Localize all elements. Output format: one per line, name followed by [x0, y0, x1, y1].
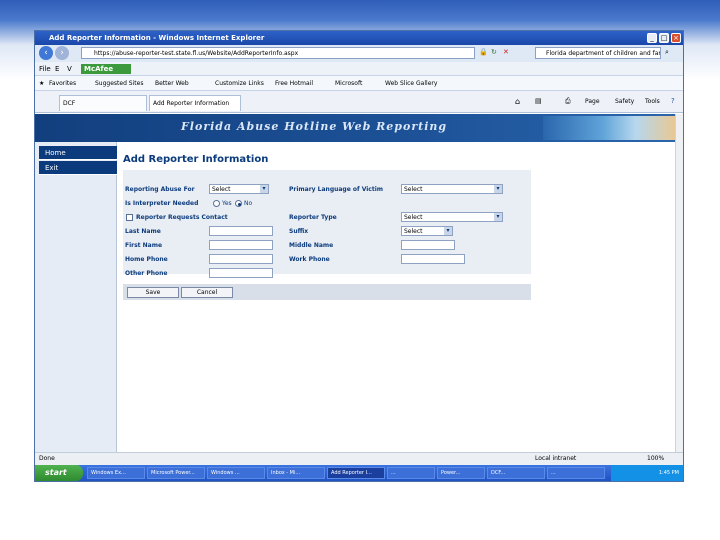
middle-name-input[interactable] — [401, 240, 455, 250]
work-phone-input[interactable] — [401, 254, 465, 264]
taskbar-item[interactable]: ... — [387, 467, 435, 479]
page-menu[interactable]: Page — [585, 98, 600, 105]
cancel-button[interactable]: Cancel — [181, 287, 233, 298]
last-name-input[interactable] — [209, 226, 273, 236]
customize-links-link[interactable]: Customize Links — [215, 76, 264, 90]
home-phone-label: Home Phone — [125, 256, 168, 263]
microsoft-link[interactable]: Microsoft — [335, 76, 362, 90]
zone-text: Local intranet — [535, 455, 577, 462]
taskbar: start Windows Ex... Microsoft Power... W… — [35, 465, 683, 481]
forward-icon[interactable]: › — [55, 46, 69, 60]
banner-photo — [543, 116, 675, 140]
refresh-icon[interactable]: ↻ — [491, 48, 497, 56]
form-button-bar: Save Cancel — [123, 284, 531, 300]
sidebar: Home Exit — [35, 142, 117, 452]
menu-file[interactable]: File — [39, 62, 51, 76]
sidebar-item-home[interactable]: Home — [39, 146, 117, 160]
menu-view[interactable]: V — [67, 62, 72, 76]
taskbar-item[interactable]: Microsoft Power... — [147, 467, 205, 479]
status-bar: Done Local intranet 100% — [35, 452, 683, 465]
taskbar-item-active[interactable]: Add Reporter I... — [327, 467, 385, 479]
tabs-row: DCF Add Reporter Information ⌂ ▤ ⎙ Page … — [35, 91, 683, 113]
banner-title: Florida Abuse Hotline Web Reporting — [181, 120, 448, 133]
menu-bar: File E V McAfee — [35, 62, 683, 76]
page-title: Add Reporter Information — [123, 154, 269, 165]
request-contact-checkbox[interactable] — [126, 214, 133, 221]
system-tray-clock[interactable]: 1:45 PM — [611, 465, 683, 481]
tab-dcf[interactable]: DCF — [59, 95, 147, 111]
favorites-link[interactable]: Favorites — [49, 76, 76, 90]
reporting-abuse-for-label: Reporting Abuse For — [125, 186, 195, 193]
interpreter-yes-radio[interactable] — [213, 200, 220, 207]
work-phone-label: Work Phone — [289, 256, 330, 263]
suffix-label: Suffix — [289, 228, 309, 235]
start-button[interactable]: start — [35, 465, 83, 481]
stop-icon[interactable]: ✕ — [503, 48, 509, 56]
middle-name-label: Middle Name — [289, 242, 334, 249]
first-name-label: First Name — [125, 242, 163, 249]
taskbar-item[interactable]: Windows Ex... — [87, 467, 145, 479]
suggested-sites-link[interactable]: Suggested Sites — [95, 76, 143, 90]
taskbar-item[interactable]: Windows ... — [207, 467, 265, 479]
vertical-scrollbar[interactable] — [675, 114, 683, 452]
close-window-button[interactable]: × — [671, 33, 681, 43]
status-text: Done — [39, 455, 55, 462]
hotmail-link[interactable]: Free Hotmail — [275, 76, 313, 90]
web-slice-link[interactable]: Web Slice Gallery — [385, 76, 437, 90]
search-input[interactable]: Florida department of children and famil… — [535, 47, 661, 59]
menu-edit[interactable]: E — [55, 62, 59, 76]
taskbar-item[interactable]: DCF... — [487, 467, 545, 479]
search-icon[interactable]: ⌕ — [665, 48, 669, 57]
reporting-abuse-for-select[interactable]: Select — [209, 184, 269, 194]
zoom-level[interactable]: 100% — [647, 453, 664, 465]
primary-language-select[interactable]: Select — [401, 184, 503, 194]
print-icon[interactable]: ⎙ — [565, 97, 571, 106]
interpreter-no-label: No — [244, 200, 253, 207]
suffix-select[interactable]: Select — [401, 226, 453, 236]
site-banner: Florida Abuse Hotline Web Reporting — [35, 114, 675, 142]
lock-icon[interactable]: 🔒 — [479, 48, 488, 56]
favorites-star-icon[interactable]: ★ — [39, 76, 44, 90]
address-row: ‹ › https://abuse-reporter-test.state.fl… — [35, 45, 683, 62]
page-content: Florida Abuse Hotline Web Reporting Home… — [35, 114, 675, 452]
reporter-type-select[interactable]: Select — [401, 212, 503, 222]
tools-menu[interactable]: Tools — [645, 98, 660, 105]
window-titlebar: Add Reporter Information - Windows Inter… — [35, 31, 683, 45]
last-name-label: Last Name — [125, 228, 161, 235]
taskbar-item[interactable]: ... — [547, 467, 605, 479]
other-phone-input[interactable] — [209, 268, 273, 278]
taskbar-item[interactable]: Power... — [437, 467, 485, 479]
interpreter-no-radio[interactable] — [235, 200, 242, 207]
better-web-link[interactable]: Better Web — [155, 76, 189, 90]
home-icon[interactable]: ⌂ — [515, 97, 520, 106]
first-name-input[interactable] — [209, 240, 273, 250]
help-icon[interactable]: ? — [671, 97, 675, 105]
safety-menu[interactable]: Safety — [615, 98, 634, 105]
minimize-button[interactable]: _ — [647, 33, 657, 43]
other-phone-label: Other Phone — [125, 270, 168, 277]
feeds-icon[interactable]: ▤ — [535, 97, 542, 105]
primary-language-label: Primary Language of Victim — [289, 186, 384, 193]
mcafee-button[interactable]: McAfee — [81, 64, 131, 74]
interpreter-yes-label: Yes — [222, 200, 232, 207]
home-phone-input[interactable] — [209, 254, 273, 264]
address-bar[interactable]: https://abuse-reporter-test.state.fl.us/… — [81, 47, 475, 59]
back-icon[interactable]: ‹ — [39, 46, 53, 60]
tab-add-reporter[interactable]: Add Reporter Information — [149, 95, 241, 111]
browser-window: Add Reporter Information - Windows Inter… — [34, 30, 684, 482]
interpreter-label: Is Interpreter Needed — [125, 200, 199, 207]
reporter-type-label: Reporter Type — [289, 214, 337, 221]
request-contact-label: Reporter Requests Contact — [136, 214, 228, 221]
sidebar-item-exit[interactable]: Exit — [39, 161, 117, 175]
maximize-button[interactable]: □ — [659, 33, 669, 43]
taskbar-item[interactable]: Inbox - Mi... — [267, 467, 325, 479]
favorites-bar: ★ Favorites Suggested Sites Better Web C… — [35, 76, 683, 91]
save-button[interactable]: Save — [127, 287, 179, 298]
window-title: Add Reporter Information - Windows Inter… — [49, 34, 265, 42]
